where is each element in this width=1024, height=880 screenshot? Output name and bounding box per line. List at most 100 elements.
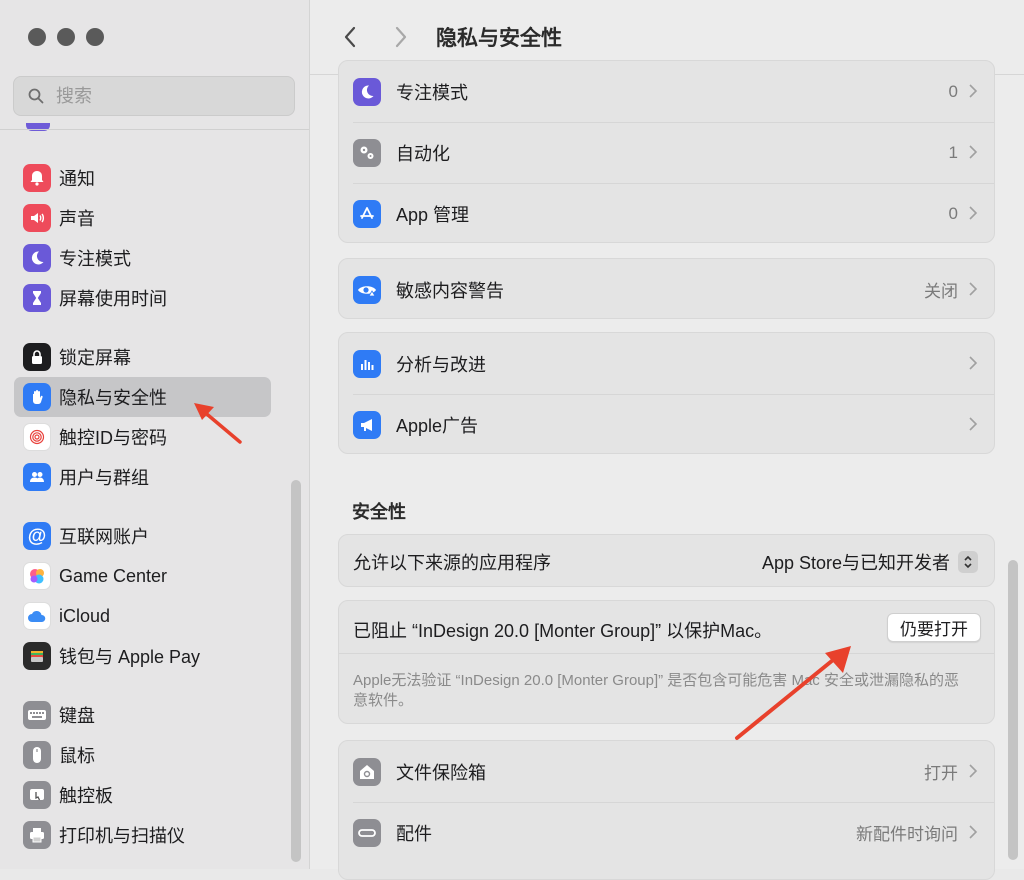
sidebar-item-printers[interactable]: 打印机与扫描仪 — [14, 815, 271, 855]
row-label: 配件 — [396, 823, 432, 844]
megaphone-icon — [353, 410, 381, 439]
close-window-button[interactable] — [28, 28, 46, 46]
moon-icon — [23, 244, 51, 272]
row-label: 专注模式 — [396, 82, 468, 103]
search-input[interactable] — [54, 84, 288, 108]
search-field[interactable] — [13, 76, 295, 116]
sidebar-item-mouse[interactable]: 鼠标 — [14, 735, 271, 775]
sidebar-item-privacy-security[interactable]: 隐私与安全性 — [14, 377, 271, 417]
sidebar-item-lock-screen[interactable]: 锁定屏幕 — [14, 337, 271, 377]
minimize-window-button[interactable] — [57, 28, 75, 46]
blocked-app-panel: 已阻止 “InDesign 20.0 [Monter Group]” 以保护Ma… — [338, 600, 995, 724]
sidebar-item-icloud[interactable]: iCloud — [14, 596, 271, 636]
sidebar-item-label: 专注模式 — [59, 249, 131, 269]
chevron-right-icon — [395, 26, 407, 48]
row-label: 自动化 — [396, 143, 450, 164]
sidebar-item-label: 鼠标 — [59, 746, 95, 766]
blocked-message: 已阻止 “InDesign 20.0 [Monter Group]” 以保护Ma… — [353, 621, 773, 641]
settings-group: 分析与改进 Apple广告 — [338, 332, 995, 454]
row-apple-ads[interactable]: Apple广告 — [339, 394, 994, 455]
chevron-right-icon — [969, 282, 978, 296]
moon-icon — [353, 77, 381, 106]
app-store-icon — [353, 199, 381, 228]
sidebar-item-keyboard[interactable]: 键盘 — [14, 695, 271, 735]
sidebar-item-wallet[interactable]: 钱包与 Apple Pay — [14, 636, 271, 676]
main-content: 隐私与安全性 专注模式 0 自动化 1 App 管理 0 敏感内容警告 关闭 分… — [310, 0, 1024, 880]
accessory-icon — [353, 818, 381, 847]
window-controls — [28, 28, 104, 46]
row-value: 打开 — [924, 764, 958, 783]
hand-icon — [23, 383, 51, 411]
row-automation[interactable]: 自动化 1 — [339, 122, 994, 183]
sidebar-item-users-groups[interactable]: 用户与群组 — [14, 457, 271, 497]
sidebar-scrollbar[interactable] — [291, 480, 301, 862]
chevron-right-icon — [969, 206, 978, 220]
sidebar-item-label: 触控板 — [59, 786, 113, 806]
sidebar-item-label: 钱包与 Apple Pay — [59, 647, 201, 667]
row-app-management[interactable]: App 管理 0 — [339, 183, 994, 244]
sidebar-item-label: Game Center — [59, 565, 168, 586]
row-sensitive-content[interactable]: 敏感内容警告 关闭 — [339, 259, 994, 320]
row-label: 允许以下来源的应用程序 — [353, 552, 551, 573]
search-icon — [28, 88, 44, 104]
fingerprint-icon — [23, 423, 51, 451]
row-label: Apple广告 — [396, 415, 479, 436]
printer-icon — [23, 821, 51, 849]
blocked-description: Apple无法验证 “InDesign 20.0 [Monter Group]”… — [353, 672, 959, 709]
sidebar-item-label: 声音 — [59, 209, 95, 229]
game-center-icon — [23, 562, 51, 590]
bell-icon — [23, 164, 51, 192]
sidebar-item-focus[interactable]: 专注模式 — [14, 238, 271, 278]
settings-group: 敏感内容警告 关闭 — [338, 258, 995, 319]
sidebar-item-notifications[interactable]: 通知 — [14, 158, 271, 198]
chevron-right-icon — [969, 356, 978, 370]
open-anyway-button[interactable]: 仍要打开 — [887, 613, 981, 642]
row-label: 敏感内容警告 — [396, 280, 504, 301]
row-value: 1 — [948, 142, 958, 162]
row-value: 0 — [948, 203, 958, 223]
row-accessories[interactable]: 配件 新配件时询问 — [339, 802, 994, 863]
chevron-right-icon — [969, 764, 978, 778]
zoom-window-button[interactable] — [86, 28, 104, 46]
allow-apps-popup[interactable]: App Store与已知开发者 — [762, 549, 978, 575]
sidebar-item-label: 互联网账户 — [59, 527, 149, 547]
sidebar-item-touch-id[interactable]: 触控ID与密码 — [14, 417, 271, 457]
sidebar-item-label: 键盘 — [59, 706, 95, 726]
at-icon: @ — [23, 522, 51, 550]
row-allow-apps: 允许以下来源的应用程序 App Store与已知开发者 — [339, 535, 994, 588]
popup-value: App Store与已知开发者 — [761, 553, 950, 573]
row-value: 新配件时询问 — [856, 825, 958, 844]
sidebar: 通知 声音 专注模式 屏幕使用时间 锁定屏幕 隐私与安全性 触控ID — [0, 0, 310, 869]
sidebar-item-game-center[interactable]: Game Center — [14, 556, 271, 596]
gears-icon — [353, 138, 381, 167]
users-icon — [23, 463, 51, 491]
back-button[interactable] — [336, 22, 364, 52]
sidebar-item-trackpad[interactable]: 触控板 — [14, 775, 271, 815]
chevron-right-icon — [969, 417, 978, 431]
row-label: 分析与改进 — [396, 354, 486, 375]
main-scrollbar[interactable] — [1008, 560, 1018, 860]
sidebar-item-label: 锁定屏幕 — [59, 348, 131, 368]
eye-warning-icon — [353, 275, 381, 304]
sidebar-item-label: 屏幕使用时间 — [59, 289, 167, 309]
row-analytics[interactable]: 分析与改进 — [339, 333, 994, 394]
sidebar-item-sound[interactable]: 声音 — [14, 198, 271, 238]
row-label: App 管理 — [396, 204, 470, 225]
forward-button[interactable] — [387, 22, 415, 52]
chevron-right-icon — [969, 84, 978, 98]
row-value: 关闭 — [924, 282, 958, 301]
sidebar-item-label: 触控ID与密码 — [59, 428, 167, 448]
sidebar-item-screen-time[interactable]: 屏幕使用时间 — [14, 278, 271, 318]
section-title-security: 安全性 — [352, 502, 406, 522]
chevron-left-icon — [344, 26, 356, 48]
sidebar-item-label: 通知 — [59, 169, 95, 189]
cloud-icon — [23, 602, 51, 630]
hourglass-icon — [23, 284, 51, 312]
mouse-icon — [23, 741, 51, 769]
sidebar-divider — [0, 129, 309, 130]
settings-group: 文件保险箱 打开 配件 新配件时询问 — [338, 740, 995, 880]
sidebar-item-internet-accounts[interactable]: @ 互联网账户 — [14, 516, 271, 556]
row-focus[interactable]: 专注模式 0 — [339, 61, 994, 122]
row-filevault[interactable]: 文件保险箱 打开 — [339, 741, 994, 802]
page-title: 隐私与安全性 — [436, 27, 562, 50]
